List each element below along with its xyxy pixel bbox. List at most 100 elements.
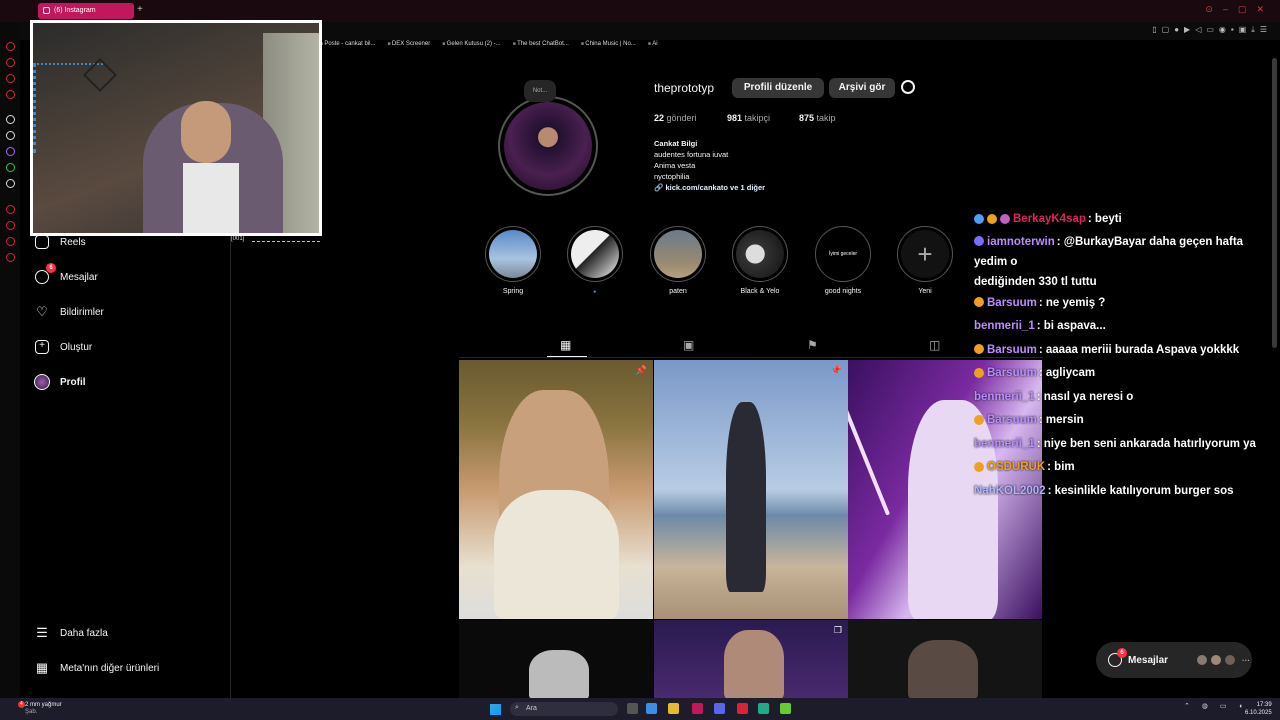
bookmark[interactable]: Poste - cankat bil... [320, 41, 375, 53]
sidebar-item-label: Mesajlar [60, 271, 98, 283]
chat-username: BerkayK4sap [1013, 213, 1086, 225]
news-icon[interactable] [6, 90, 15, 99]
weather-widget[interactable]: 4 2 mm yağmur Şab. [10, 701, 62, 716]
chat-badge-icon [974, 461, 984, 472]
webcam-overlay [30, 20, 322, 236]
bookmark[interactable]: Ai [648, 41, 657, 53]
task-view-icon[interactable] [627, 703, 638, 714]
highlight-item[interactable]: Spring [485, 226, 541, 295]
unread-badge: 6 [46, 263, 56, 273]
clock[interactable]: 17:39 6.10.2025 [1245, 701, 1272, 717]
chat-message: Barsuum: mersin [974, 409, 1270, 433]
chat-text: : kesinlikle katılıyorum burger sos [1047, 484, 1234, 497]
extensions-icon[interactable] [6, 253, 15, 262]
window-controls[interactable]: ⊙–▢✕ [1205, 4, 1274, 15]
bookmarks-bar: Poste - cankat bil... DEX Screener Gelen… [320, 41, 657, 53]
sidebar-item-meta-products[interactable]: ▦ Meta'nın diğer ürünleri [34, 656, 159, 680]
tab-title: (6) Instagram [54, 7, 96, 14]
taskbar-search[interactable]: ⌕ Ara [510, 702, 618, 716]
link-icon: 🔗 [654, 183, 666, 192]
app-icon[interactable] [780, 703, 791, 714]
sidebar-item-profile[interactable]: Profil [34, 370, 86, 394]
clock-icon[interactable] [6, 221, 15, 230]
bio-line: audentes fortuna iuvat [654, 150, 729, 159]
chat-message: NahKOL2002: kesinlikle katılıyorum burge… [974, 480, 1270, 504]
new-highlight-button[interactable]: + Yeni [897, 226, 953, 295]
reels-tab-icon[interactable]: ▣ [683, 338, 694, 352]
app-icon[interactable] [737, 703, 748, 714]
whatsapp-icon[interactable] [6, 163, 15, 172]
posts-grid-tab-icon[interactable]: ▦ [560, 338, 571, 352]
extension-icons[interactable]: ▯▢●▶◁▭◉▪▣⤓☰ [1152, 25, 1272, 35]
bio-line: Anima vesta [654, 161, 696, 170]
profile-note[interactable]: Not... [524, 80, 556, 102]
history-icon[interactable] [6, 42, 15, 51]
highlight-item[interactable]: Black & Yelo [732, 226, 788, 295]
chat-message: Barsuum: aaaaa meriii burada Aspava yokk… [974, 339, 1270, 363]
profile-bio: Cankat Bilgi audentes fortuna iuvat Anim… [654, 138, 765, 193]
x-icon[interactable] [6, 179, 15, 188]
grid-post[interactable]: 📌 [459, 360, 653, 619]
messages-floating-button[interactable]: 6 Mesajlar ··· [1096, 642, 1252, 678]
chat-text: : niye ben seni ankarada hatırlıyorum ya [1036, 437, 1256, 450]
plus-square-icon: + [34, 339, 50, 355]
edit-profile-button[interactable]: Profili düzenle [732, 78, 824, 98]
grid-post[interactable]: ❐ [654, 620, 848, 700]
tagged-tab-icon[interactable]: ◫ [929, 338, 940, 352]
bookmark[interactable]: DEX Screener [387, 41, 430, 53]
start-button[interactable] [490, 704, 501, 715]
sidebar-item-messages[interactable]: 6 Mesajlar [34, 263, 98, 289]
bookmark[interactable]: China Music | No... [581, 41, 636, 53]
chat-message: OSDURUK: bim [974, 456, 1270, 480]
sidebar-item-label: Profil [60, 376, 86, 388]
highlight-item[interactable]: İyimi geceler good nights [815, 226, 871, 295]
bookmark[interactable]: Gelen Kutusu (2) -... [442, 41, 501, 53]
posts-stat: 22 gönderi [654, 113, 697, 123]
sidebar-item-create[interactable]: + Oluştur [34, 335, 92, 359]
bookmarks-icon[interactable] [6, 74, 15, 83]
profile-avatar[interactable] [498, 96, 598, 196]
twitch-icon[interactable] [6, 147, 15, 156]
speed-dial-icon[interactable] [6, 58, 15, 67]
following-stat[interactable]: 875 takip [799, 113, 836, 123]
highlight-item[interactable]: paten [650, 226, 706, 295]
new-tab-button[interactable]: + [137, 4, 143, 15]
edge-icon[interactable] [646, 703, 657, 714]
settings-gear-icon[interactable] [901, 80, 915, 94]
grid-post[interactable] [848, 620, 1042, 700]
highlight-item[interactable]: 🔹 [567, 226, 623, 296]
messages-label: Mesajlar [1128, 654, 1169, 666]
chat-badge-icon [974, 213, 984, 224]
chat-badge-icon [974, 344, 984, 355]
stream-overlay-tag: [001] [231, 236, 245, 242]
chat-message: Barsuum: ne yemiş ? [974, 292, 1270, 316]
view-archive-button[interactable]: Arşivi gör [829, 78, 895, 98]
sidebar-item-notifications[interactable]: ♡ Bildirimler [34, 300, 104, 324]
scrollbar[interactable] [1272, 58, 1277, 348]
followers-stat[interactable]: 981 takipçi [727, 113, 770, 123]
chat-badge-icon [1000, 213, 1010, 224]
discord-icon[interactable] [714, 703, 725, 714]
saved-tab-icon[interactable]: ⚑ [807, 338, 818, 352]
chat-badge-icon [974, 367, 984, 378]
opera-icon[interactable] [692, 703, 703, 714]
bio-name: Cankat Bilgi [654, 139, 698, 148]
grid-post[interactable] [459, 620, 653, 700]
aria-icon[interactable] [6, 115, 15, 124]
system-tray[interactable]: ⌃ ◍ ▭ ◖ [1184, 702, 1248, 710]
bookmark[interactable]: The best ChatBot... [513, 41, 569, 53]
heart-icon: ♡ [36, 304, 48, 319]
grid-post[interactable]: 📌 [654, 360, 848, 619]
bio-link[interactable]: 🔗 kick.com/cankato ve 1 diğer [654, 182, 765, 193]
sidebar-item-more[interactable]: ☰ Daha fazla [34, 621, 108, 645]
chat-text: : mersin [1038, 414, 1084, 426]
tab-instagram[interactable]: (6) Instagram [38, 3, 134, 19]
settings-icon[interactable] [6, 237, 15, 246]
chatgpt-icon[interactable] [6, 131, 15, 140]
sidebar-item-label: Reels [60, 236, 86, 248]
profile-username: theprototyp [654, 81, 715, 95]
app-icon[interactable] [758, 703, 769, 714]
pin-icon: 📌 [830, 365, 842, 375]
file-explorer-icon[interactable] [668, 703, 679, 714]
player-icon[interactable] [6, 205, 15, 214]
